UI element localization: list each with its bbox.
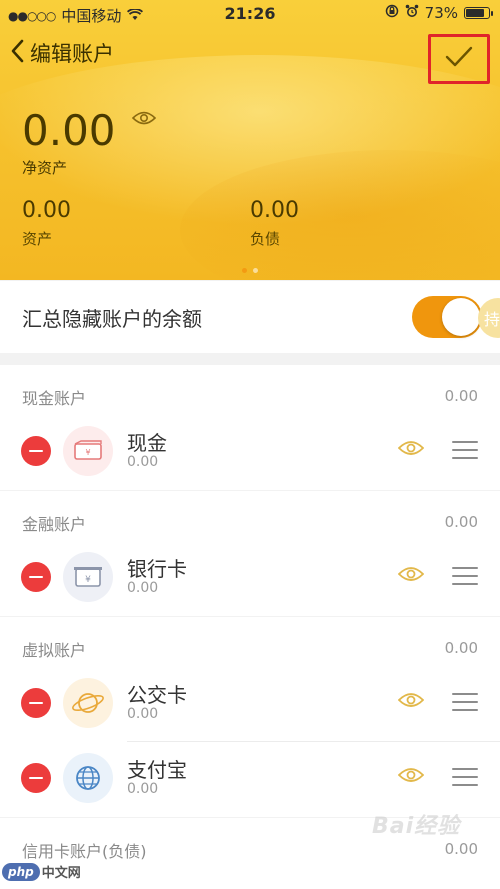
delete-account-button[interactable]: [21, 562, 51, 592]
drag-handle-icon[interactable]: [452, 693, 478, 711]
drag-handle-icon[interactable]: [452, 441, 478, 459]
nav-bar: 编辑账户: [0, 30, 500, 84]
page-dot[interactable]: [242, 268, 247, 273]
svg-text:¥: ¥: [85, 448, 90, 457]
section-title: 现金账户: [22, 389, 87, 408]
account-balance: 0.00: [127, 580, 159, 596]
back-button[interactable]: 编辑账户: [10, 38, 114, 68]
rotation-lock-icon: [385, 4, 399, 22]
confirm-button[interactable]: [428, 34, 490, 84]
section-total: 0.00: [444, 513, 478, 531]
section-cash: 现金账户 0.00 ¥ 现金 0.00: [0, 365, 500, 490]
checkmark-icon: [445, 46, 473, 72]
status-bar: ●●○○○ 中国移动 21:26 73%: [0, 0, 500, 28]
drag-handle-icon[interactable]: [452, 768, 478, 786]
account-row[interactable]: 公交卡 0.00: [0, 667, 500, 742]
account-balance: 0.00: [127, 706, 159, 722]
site-logo: php 中文网: [2, 862, 81, 881]
floating-badge[interactable]: 持: [478, 298, 500, 338]
eye-icon[interactable]: [397, 691, 425, 713]
hidden-balance-label: 汇总隐藏账户的余额: [22, 307, 202, 331]
account-name: 现金: [127, 431, 167, 455]
globe-icon: [63, 753, 113, 803]
chevron-left-icon: [10, 39, 24, 67]
header-banner: ●●○○○ 中国移动 21:26 73% 编辑账户 0.00 净资产 0.00 …: [0, 0, 500, 280]
net-assets-value: 0.00: [22, 106, 116, 155]
account-name: 公交卡: [127, 683, 187, 707]
hidden-balance-toggle[interactable]: [412, 296, 482, 338]
planet-icon: [63, 678, 113, 728]
page-dot[interactable]: [253, 268, 258, 273]
hidden-balance-row: 汇总隐藏账户的余额 持: [0, 281, 500, 353]
assets-value: 0.00: [22, 198, 71, 223]
account-balance: 0.00: [127, 454, 159, 470]
eye-icon[interactable]: [397, 439, 425, 461]
net-assets-label: 净资产: [22, 159, 68, 177]
debt-value: 0.00: [250, 198, 299, 223]
section-title: 金融账户: [22, 515, 87, 534]
page-title: 编辑账户: [30, 42, 114, 66]
page-indicator: [0, 268, 500, 276]
section-total: 0.00: [444, 840, 478, 858]
battery-percent: 73%: [424, 4, 458, 22]
account-row[interactable]: 支付宝 0.00: [0, 742, 500, 817]
eye-icon[interactable]: [397, 565, 425, 587]
account-balance: 0.00: [127, 781, 159, 797]
debt-label: 负债: [250, 230, 281, 248]
section-finance: 金融账户 0.00 ¥ 银行卡 0.00: [0, 491, 500, 616]
cash-icon: ¥: [63, 426, 113, 476]
watermark: Bai经验: [372, 814, 461, 839]
bank-card-icon: ¥: [63, 552, 113, 602]
delete-account-button[interactable]: [21, 688, 51, 718]
battery-icon: [464, 7, 493, 19]
account-row[interactable]: ¥ 银行卡 0.00: [0, 541, 500, 616]
section-total: 0.00: [444, 387, 478, 405]
section-title: 虚拟账户: [22, 641, 87, 660]
delete-account-button[interactable]: [21, 763, 51, 793]
section-virtual: 虚拟账户 0.00 公交卡 0.00 支付宝 0.00: [0, 617, 500, 817]
account-row[interactable]: ¥ 现金 0.00: [0, 415, 500, 490]
eye-icon[interactable]: [131, 110, 157, 130]
alarm-icon: [405, 4, 419, 22]
account-name: 银行卡: [127, 557, 187, 581]
section-title: 信用卡账户(负债): [22, 842, 147, 861]
drag-handle-icon[interactable]: [452, 567, 478, 585]
account-name: 支付宝: [127, 758, 187, 782]
svg-text:¥: ¥: [85, 575, 91, 585]
section-total: 0.00: [444, 639, 478, 657]
delete-account-button[interactable]: [21, 436, 51, 466]
assets-label: 资产: [22, 230, 53, 248]
eye-icon[interactable]: [397, 766, 425, 788]
